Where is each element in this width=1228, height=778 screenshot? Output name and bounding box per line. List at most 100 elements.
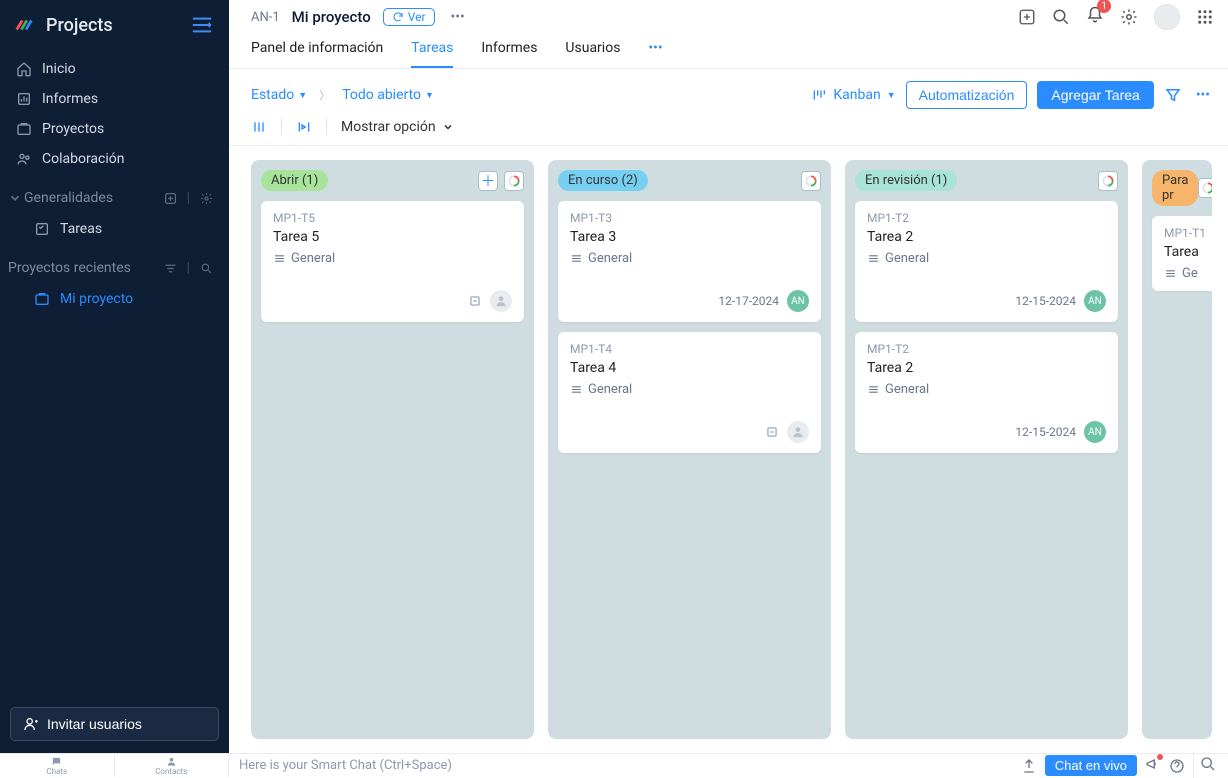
sidebar-item-inicio[interactable]: Inicio [0, 54, 229, 84]
zoom-icon-slot[interactable] [1193, 754, 1222, 778]
smart-chat-placeholder[interactable]: Here is your Smart Chat (Ctrl+Space) [239, 758, 452, 773]
toolbar: Estado ▼ 〉 Todo abierto ▼ Kanban ▼ Autom… [229, 69, 1228, 119]
collaboration-icon [16, 151, 32, 167]
status-pill: En curso (2) [558, 170, 648, 191]
sidebar-item-label: Colaboración [42, 151, 125, 167]
sidebar-item-label: Informes [42, 91, 98, 107]
more-menu[interactable]: ••• [447, 5, 469, 29]
breadcrumb-code: AN-1 [251, 10, 280, 25]
caret-down-icon: ▼ [887, 90, 896, 101]
upload-icon[interactable] [1021, 758, 1037, 774]
sidebar-item-colaboracion[interactable]: Colaboración [0, 144, 229, 174]
contacts-icon [166, 756, 177, 767]
columns-icon[interactable] [251, 119, 267, 135]
view-pill[interactable]: Ver [383, 8, 435, 26]
card-code: MP1-T1 [1164, 226, 1212, 240]
footer-tab-chats[interactable]: Chats [0, 754, 115, 777]
page-title: Mi proyecto [292, 8, 371, 26]
sidebar-item-tareas[interactable]: Tareas [18, 214, 229, 244]
card-title: Tarea 4 [570, 360, 809, 376]
card-tag: General [273, 249, 512, 266]
card-tag: General [570, 380, 809, 397]
sidebar-item-label: Tareas [60, 221, 102, 237]
add-icon[interactable] [1018, 8, 1036, 26]
footer-tab-contacts[interactable]: Contacts [115, 754, 230, 777]
kanban-card[interactable]: MP1-T1 Tarea Ge [1152, 216, 1212, 291]
status-pill: Abrir (1) [261, 170, 328, 191]
add-card-button[interactable]: ＋ [478, 171, 498, 191]
column-menu[interactable] [1098, 171, 1118, 191]
more-menu[interactable]: ••• [1192, 83, 1214, 107]
help-icon[interactable] [1169, 758, 1185, 774]
avatar[interactable] [1154, 4, 1180, 30]
invite-users-button[interactable]: Invitar usuarios [10, 707, 219, 741]
tab-informes[interactable]: Informes [481, 34, 537, 68]
card-tag: General [867, 249, 1106, 266]
kanban-card[interactable]: MP1-T4 Tarea 4 General [558, 332, 821, 453]
announcement[interactable] [1145, 756, 1161, 776]
card-code: MP1-T4 [570, 342, 809, 356]
kanban-card[interactable]: MP1-T5 Tarea 5 General [261, 201, 524, 322]
kanban-column: En revisión (1) MP1-T2 Tarea 2 General 1… [845, 160, 1128, 739]
search-icon[interactable] [200, 262, 213, 275]
filter-todo-abierto[interactable]: Todo abierto ▼ [342, 87, 434, 103]
filter-estado[interactable]: Estado ▼ [251, 87, 307, 103]
card-title: Tarea 2 [867, 360, 1106, 376]
logo-icon [14, 14, 36, 36]
add-task-button[interactable]: Agregar Tarea [1037, 81, 1153, 109]
subbar: Mostrar opción [229, 119, 1228, 146]
notifications[interactable]: 1 [1086, 6, 1104, 28]
gear-icon[interactable] [200, 192, 213, 205]
menu-toggle-icon[interactable] [191, 16, 213, 34]
automation-button[interactable]: Automatización [906, 81, 1028, 109]
sidebar-item-proyectos[interactable]: Proyectos [0, 114, 229, 144]
footer: Chats Contacts Here is your Smart Chat (… [0, 753, 1228, 777]
notif-badge: 1 [1097, 0, 1111, 13]
view-label: Ver [408, 10, 426, 24]
kanban-board: Abrir (1) ＋ MP1-T5 Tarea 5 General En cur… [229, 146, 1228, 753]
sidebar-item-mi-proyecto[interactable]: Mi proyecto [18, 284, 229, 314]
card-date: 12-15-2024 [1015, 294, 1076, 308]
column-menu[interactable] [504, 171, 524, 191]
sidebar-group-recientes[interactable]: Proyectos recientes | [0, 254, 229, 280]
view-label: Kanban [833, 87, 880, 103]
avatar: AN [787, 290, 809, 312]
gear-icon[interactable] [1120, 8, 1138, 26]
add-icon[interactable] [164, 192, 177, 205]
kanban-column: Para pr MP1-T1 Tarea Ge [1142, 160, 1212, 739]
sidebar-item-label: Inicio [42, 61, 76, 77]
card-code: MP1-T2 [867, 211, 1106, 225]
kanban-column: En curso (2) MP1-T3 Tarea 3 General 12-1… [548, 160, 831, 739]
sidebar-group-generalidades[interactable]: Generalidades | [0, 184, 229, 210]
footer-label: Chats [46, 767, 67, 776]
filter-icon[interactable] [1164, 86, 1182, 104]
main: AN-1 Mi proyecto Ver ••• 1 Pan [229, 0, 1228, 753]
card-tag: General [867, 380, 1106, 397]
chat-icon [51, 756, 62, 767]
card-date: 12-17-2024 [718, 294, 779, 308]
kanban-card[interactable]: MP1-T2 Tarea 2 General 12-15-2024AN [855, 332, 1118, 453]
collapse-icon[interactable] [296, 119, 312, 135]
filter-icon[interactable] [164, 262, 177, 275]
column-menu[interactable] [801, 171, 821, 191]
view-kanban-dropdown[interactable]: Kanban ▼ [811, 87, 895, 103]
kanban-card[interactable]: MP1-T2 Tarea 2 General 12-15-2024AN [855, 201, 1118, 322]
tab-tareas[interactable]: Tareas [411, 34, 453, 68]
tab-panel-de-información[interactable]: Panel de información [251, 34, 383, 68]
brand-label: Projects [46, 15, 113, 36]
apps-icon[interactable] [1196, 8, 1214, 26]
footer-label: Contacts [155, 767, 187, 776]
search-icon[interactable] [1052, 8, 1070, 26]
kanban-card[interactable]: MP1-T3 Tarea 3 General 12-17-2024AN [558, 201, 821, 322]
kanban-column: Abrir (1) ＋ MP1-T5 Tarea 5 General [251, 160, 534, 739]
column-menu[interactable] [1198, 178, 1212, 198]
brand[interactable]: Projects [14, 14, 113, 36]
live-chat-button[interactable]: Chat en vivo [1045, 755, 1137, 776]
avatar [490, 290, 512, 312]
tab-more[interactable]: ••• [648, 34, 662, 68]
tabs: Panel de información Tareas Informes Usuari… [229, 30, 1228, 69]
sidebar-item-informes[interactable]: Informes [0, 84, 229, 114]
card-title: Tarea 3 [570, 229, 809, 245]
tab-usuarios[interactable]: Usuarios [565, 34, 620, 68]
show-option-dropdown[interactable]: Mostrar opción [341, 119, 454, 135]
